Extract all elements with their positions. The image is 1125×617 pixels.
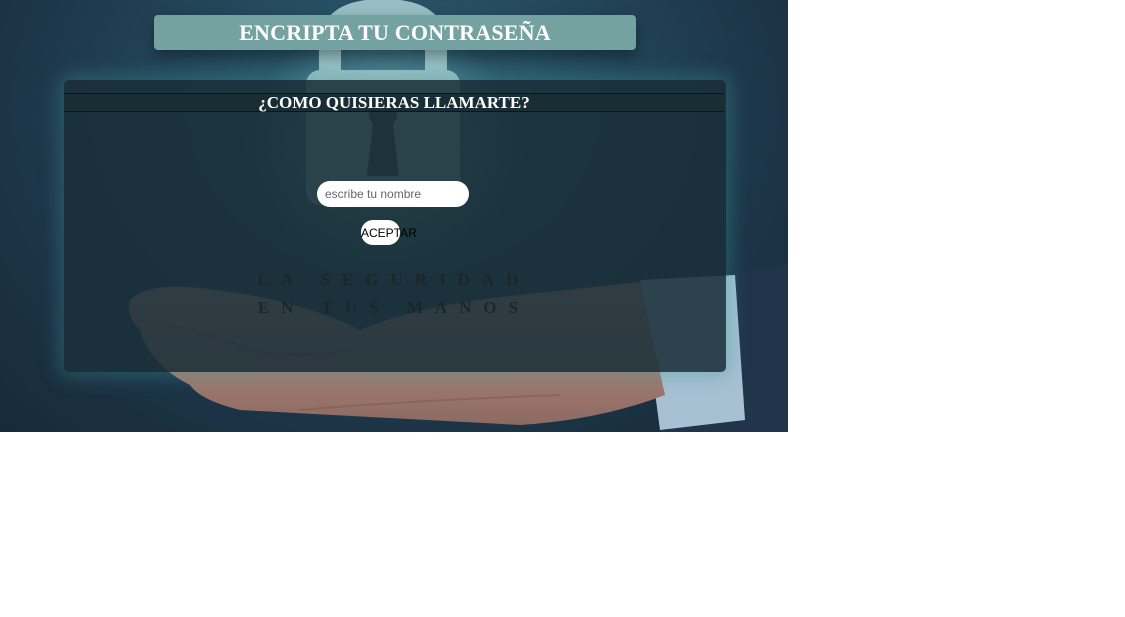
slogan-text: LA SEGURIDAD EN TUS MANOS [257,270,531,317]
form-header-text: ¿COMO QUISIERAS LLAMARTE? [258,92,530,112]
page-title: ENCRIPTA TU CONTRASEÑA [239,19,551,45]
title-banner: ENCRIPTA TU CONTRASEÑA [154,15,636,50]
name-form-panel: ¿COMO QUISIERAS LLAMARTE? ACEPTAR LA SEG… [64,80,726,372]
name-input[interactable] [317,181,469,207]
form-header: ¿COMO QUISIERAS LLAMARTE? [64,93,724,112]
background-scene: ENCRIPTA TU CONTRASEÑA ¿COMO QUISIERAS L… [0,0,788,432]
accept-button[interactable]: ACEPTAR [361,220,417,245]
